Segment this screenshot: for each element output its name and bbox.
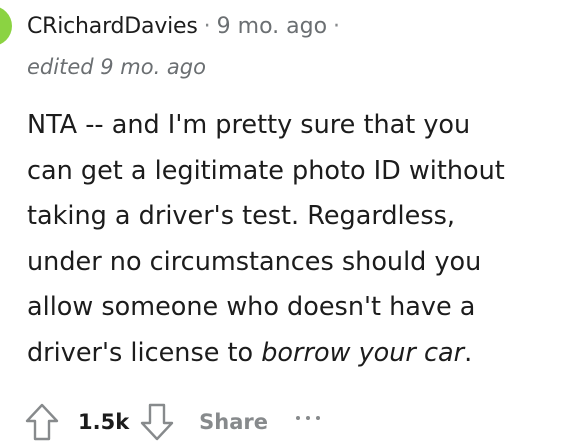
more-options-icon (316, 416, 321, 420)
username[interactable]: CRichardDavies (27, 14, 198, 39)
comment-text-line: under no circumstances should you (27, 246, 482, 277)
vote-score: 1.5k (78, 410, 130, 434)
share-button[interactable]: Share (199, 410, 268, 434)
comment-body: NTA -- and I'm pretty sure that you can … (27, 103, 567, 376)
meta-separator: · (333, 14, 341, 39)
timestamp[interactable]: 9 mo. ago (217, 14, 327, 39)
comment-text-line: taking a driver's test. Regardless, (27, 201, 456, 231)
meta-separator: · (203, 14, 211, 39)
comment-text-line: driver's license to borrow your car. (27, 331, 567, 377)
comment-text-segment: driver's license to (27, 337, 262, 368)
edited-label: edited 9 mo. ago (27, 55, 206, 79)
upvote-button[interactable] (22, 400, 62, 444)
comment-italic-text: borrow your car (261, 337, 465, 368)
more-options-icon (306, 416, 311, 420)
avatar[interactable] (0, 6, 12, 46)
more-options-button[interactable] (296, 408, 321, 428)
comment-header: CRichardDavies · 9 mo. ago · (27, 12, 346, 42)
upvote-arrow-icon (25, 403, 59, 441)
more-options-icon (296, 416, 301, 420)
downvote-arrow-icon (140, 403, 174, 441)
comment: CRichardDavies · 9 mo. ago · edited 9 mo. a… (0, 0, 572, 448)
comment-text-line: can get a legitimate photo ID without (27, 155, 505, 186)
comment-actions: 1.5k Share (22, 400, 321, 444)
comment-text-segment: . (464, 337, 473, 368)
comment-text-line: allow someone who doesn't have a (27, 292, 476, 322)
comment-text-line: NTA -- and I'm pretty sure that you (27, 110, 471, 140)
downvote-button[interactable] (137, 400, 177, 444)
